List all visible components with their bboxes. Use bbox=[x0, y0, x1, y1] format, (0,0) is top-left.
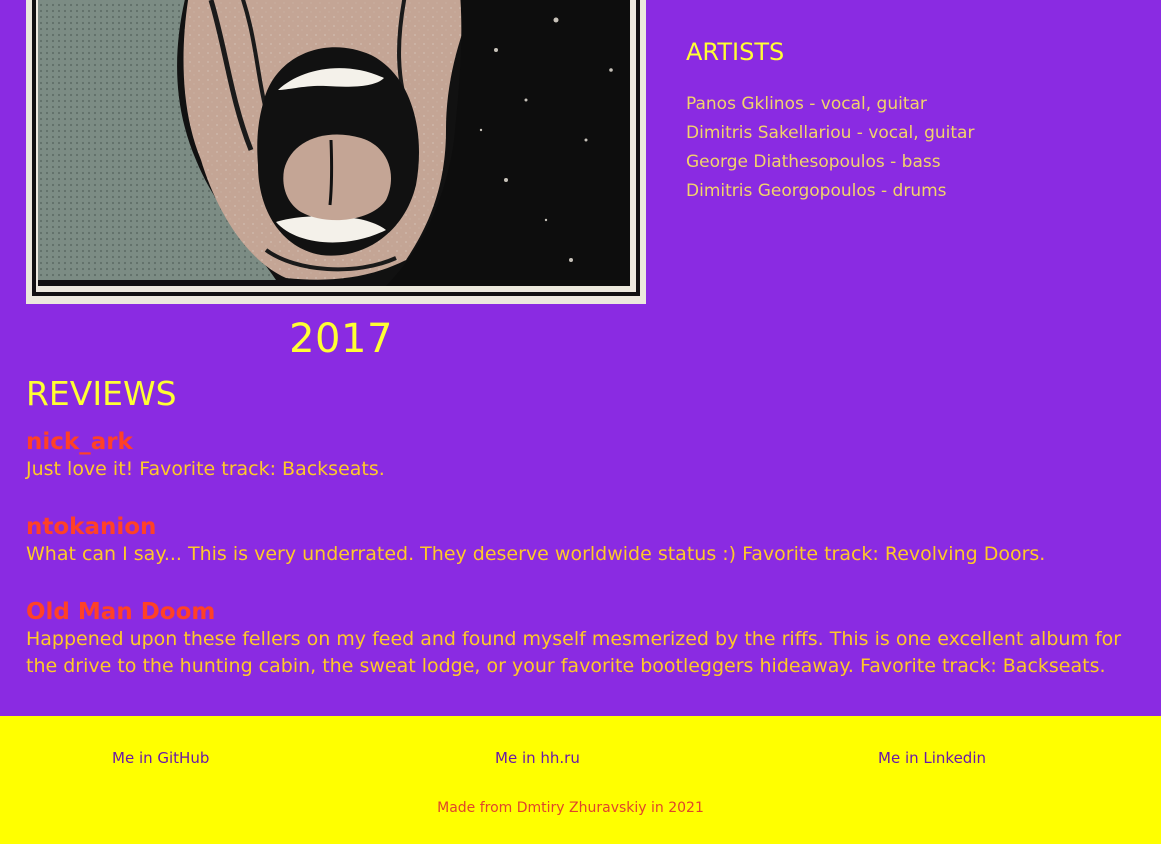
page-footer: Me in GitHub Me in hh.ru Me in Linkedin … bbox=[0, 716, 1161, 844]
artists-heading: ARTISTS bbox=[686, 38, 785, 66]
review-author: Old Man Doom bbox=[26, 599, 216, 625]
reviews-heading: REVIEWS bbox=[26, 374, 177, 413]
artist-item: Dimitris Georgopoulos - drums bbox=[686, 181, 947, 201]
album-cover-image bbox=[26, 0, 646, 304]
hh-ru-link[interactable]: Me in hh.ru bbox=[495, 746, 580, 770]
artist-item: Dimitris Sakellariou - vocal, guitar bbox=[686, 123, 975, 143]
review-item: ntokanion What can I say... This is very… bbox=[26, 513, 1154, 568]
artist-item: Panos Gklinos - vocal, guitar bbox=[686, 94, 927, 114]
linkedin-link[interactable]: Me in Linkedin bbox=[878, 746, 986, 770]
review-author: ntokanion bbox=[26, 514, 157, 540]
footer-credits: Made from Dmtiry Zhuravskiy in 2021 bbox=[437, 800, 704, 816]
review-item: nick_ark Just love it! Favorite track: B… bbox=[26, 428, 1154, 483]
review-text: Happened upon these fellers on my feed a… bbox=[26, 628, 1122, 677]
review-author: nick_ark bbox=[26, 429, 133, 455]
artist-item: George Diathesopoulos - bass bbox=[686, 152, 941, 172]
artists-section: ARTISTS Panos Gklinos - vocal, guitar Di… bbox=[686, 36, 1146, 206]
review-item: Old Man Doom Happened upon these fellers… bbox=[26, 598, 1154, 680]
review-text: What can I say... This is very underrate… bbox=[26, 543, 1046, 565]
reviews-section: REVIEWS nick_ark Just love it! Favorite … bbox=[26, 372, 1154, 680]
github-link[interactable]: Me in GitHub bbox=[112, 746, 209, 770]
review-text: Just love it! Favorite track: Backseats. bbox=[26, 458, 385, 480]
album-year: 2017 bbox=[289, 316, 393, 362]
